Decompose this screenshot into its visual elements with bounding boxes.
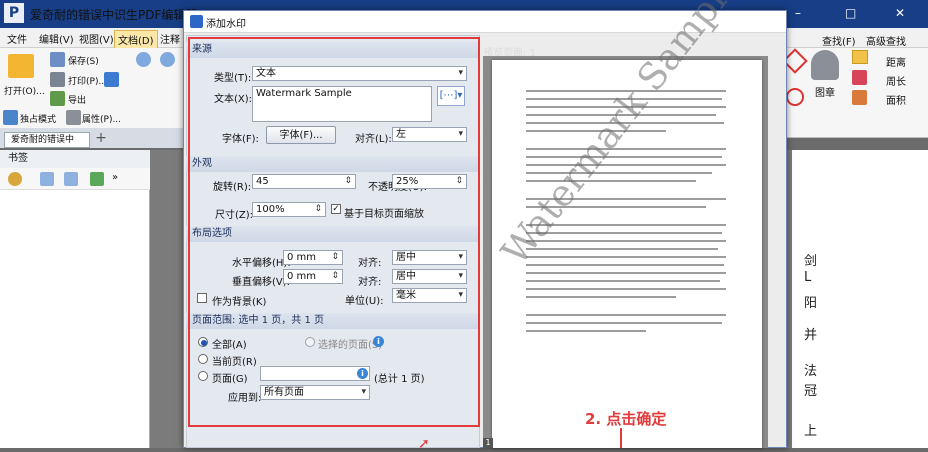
annotation-arrow-icon: ➚ bbox=[418, 436, 430, 452]
menu-comment[interactable]: 注释 bbox=[157, 30, 183, 47]
bookmark-expand-icon[interactable] bbox=[40, 172, 54, 186]
bookmark-panel-title: 书签 bbox=[0, 150, 150, 168]
undo-icon[interactable] bbox=[136, 52, 151, 67]
bookmark-settings-icon[interactable] bbox=[8, 172, 22, 186]
print-icon bbox=[50, 72, 65, 87]
find-button[interactable]: 查找(F) bbox=[822, 33, 856, 48]
properties-button[interactable]: 属性(P)... bbox=[82, 112, 121, 125]
text-line bbox=[526, 330, 646, 332]
dialog-title: 添加水印 bbox=[206, 19, 246, 30]
text-line bbox=[526, 288, 726, 290]
export-icon bbox=[50, 91, 65, 106]
stamp-button[interactable]: 图章 bbox=[815, 84, 835, 99]
eraser-icon[interactable] bbox=[852, 70, 867, 85]
text-line bbox=[526, 248, 718, 250]
save-button[interactable]: 保存(S) bbox=[68, 54, 99, 67]
annotation-click-ok: 2. 点击确定 bbox=[585, 410, 667, 428]
text-line bbox=[526, 156, 722, 158]
menu-file[interactable]: 文件 bbox=[4, 30, 30, 47]
standalone-mode-button[interactable]: 独占模式 bbox=[20, 112, 56, 125]
save-icon bbox=[50, 52, 65, 67]
bookmark-panel bbox=[0, 150, 150, 448]
menu-edit[interactable]: 编辑(V) bbox=[36, 30, 77, 47]
highlight-icon[interactable] bbox=[852, 90, 867, 105]
perimeter-tool[interactable]: 周长 bbox=[886, 73, 906, 88]
bg-doc-char: 法 bbox=[804, 364, 818, 379]
menu-document[interactable]: 文档(D) bbox=[114, 30, 158, 49]
more-chevron-icon[interactable]: » bbox=[112, 172, 118, 183]
text-line bbox=[526, 272, 726, 274]
export-button[interactable]: 导出 bbox=[68, 93, 86, 106]
app-logo-icon: P bbox=[4, 3, 24, 23]
standalone-mode-icon bbox=[3, 110, 18, 125]
bg-doc-char: 上 bbox=[804, 424, 818, 439]
open-button[interactable]: 打开(O)... bbox=[4, 84, 45, 97]
bookmark-collapse-icon[interactable] bbox=[64, 172, 78, 186]
annotation-arrow bbox=[620, 428, 622, 448]
open-folder-icon[interactable] bbox=[8, 54, 34, 78]
close-app-button[interactable]: ✕ bbox=[895, 6, 905, 20]
text-line bbox=[526, 240, 726, 242]
preview-page-number: 1 bbox=[483, 438, 493, 448]
stamp-icon[interactable] bbox=[811, 50, 839, 80]
document-tab[interactable]: 爱奇耐的错误中 bbox=[4, 132, 90, 148]
stamp-tool-icon[interactable] bbox=[104, 72, 119, 87]
text-line bbox=[526, 280, 720, 282]
bg-doc-char: L bbox=[804, 270, 812, 285]
watermark-icon bbox=[190, 15, 203, 28]
bg-doc-char: 剑 bbox=[804, 254, 818, 269]
text-line bbox=[526, 264, 724, 266]
bg-doc-char: 冠 bbox=[804, 384, 818, 399]
text-line bbox=[526, 296, 676, 298]
highlight-frame bbox=[188, 37, 480, 427]
distance-tool[interactable]: 距离 bbox=[886, 54, 906, 69]
print-button[interactable]: 打印(P)... bbox=[68, 74, 107, 87]
bg-doc-char: 阳 bbox=[804, 296, 818, 311]
properties-icon bbox=[66, 110, 81, 125]
text-line bbox=[526, 322, 722, 324]
redo-icon[interactable] bbox=[160, 52, 175, 67]
area-tool[interactable]: 面积 bbox=[886, 92, 906, 107]
text-line bbox=[526, 314, 726, 316]
minimize-button[interactable]: – bbox=[795, 6, 801, 20]
app-title: 爱奇耐的错误中识生PDF编辑器 bbox=[30, 8, 198, 22]
advanced-find-button[interactable]: 高级查找 bbox=[866, 33, 906, 48]
magnifier-icon[interactable] bbox=[852, 50, 868, 64]
menu-view[interactable]: 视图(V) bbox=[76, 30, 117, 47]
text-line bbox=[526, 256, 726, 258]
circle-tool-icon[interactable] bbox=[786, 88, 804, 106]
text-line bbox=[526, 148, 726, 150]
add-tab-button[interactable]: + bbox=[94, 131, 108, 146]
add-bookmark-icon[interactable] bbox=[90, 172, 104, 186]
bg-doc-char: 并 bbox=[804, 328, 818, 343]
maximize-button[interactable]: □ bbox=[845, 6, 856, 20]
